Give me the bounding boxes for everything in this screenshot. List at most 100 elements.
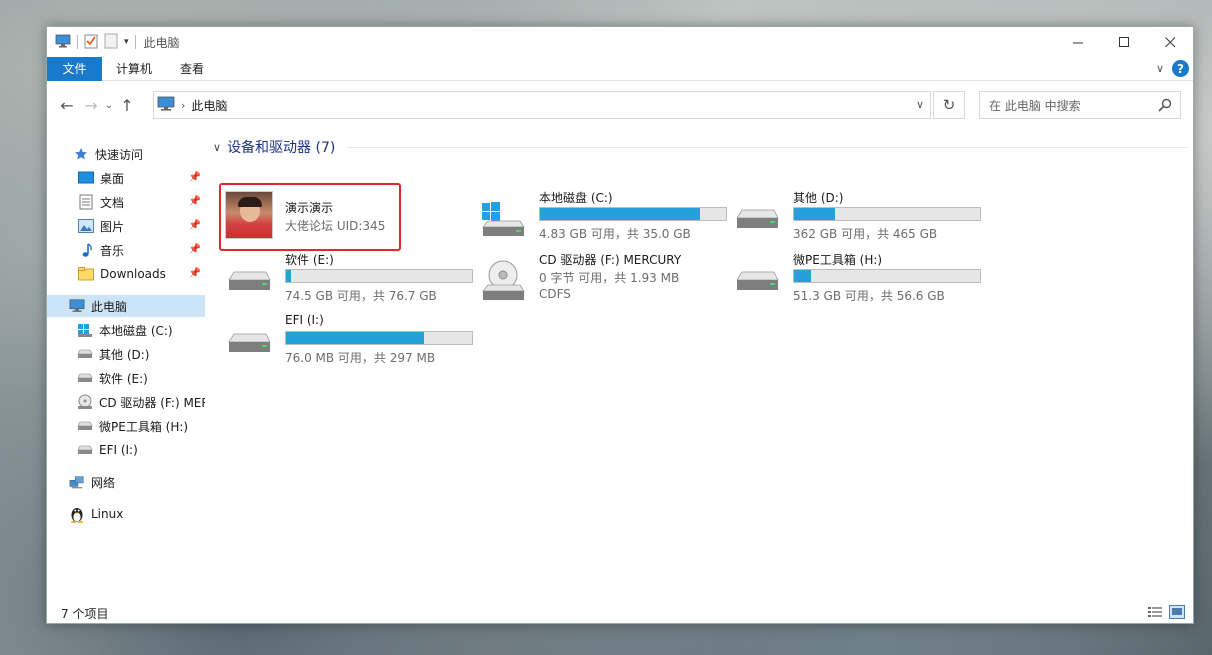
sidebar-item-label: 文档	[100, 195, 125, 210]
properties-icon[interactable]	[84, 33, 98, 52]
user-tile-subtitle: 大佬论坛 UID:345	[285, 219, 386, 233]
sidebar-item-desktop[interactable]: 桌面 📌	[47, 167, 205, 189]
pin-icon[interactable]: 📌	[189, 196, 201, 207]
pictures-icon	[78, 218, 94, 234]
chevron-down-icon: ⌄	[104, 99, 114, 111]
drive-name: EFI (I:)	[285, 313, 324, 327]
pin-icon[interactable]: 📌	[189, 220, 201, 231]
cd-drive-icon	[77, 394, 93, 410]
drive-tile-d[interactable]: 其他 (D:) 362 GB 可用，共 465 GB	[733, 187, 983, 247]
quick-access-toolbar: ▾	[55, 33, 136, 52]
address-bar[interactable]: › 此电脑 ∨	[153, 91, 931, 119]
sidebar-item-label: 快速访问	[95, 147, 144, 162]
help-icon[interactable]: ?	[1172, 60, 1189, 77]
breadcrumb-this-pc[interactable]: 此电脑	[191, 97, 227, 114]
recent-locations-button[interactable]: ⌄	[103, 93, 115, 117]
search-input[interactable]: 在 此电脑 中搜索	[979, 91, 1181, 119]
sidebar-item-label: CD 驱动器 (F:) MERCURY	[99, 395, 205, 410]
sidebar-item-drive-d[interactable]: 其他 (D:)	[47, 343, 205, 365]
sidebar-item-label: 其他 (D:)	[99, 347, 150, 362]
sidebar-item-this-pc[interactable]: 此电脑	[47, 295, 205, 317]
title-bar: ▾ 此电脑	[47, 27, 1193, 57]
address-history-dropdown-icon[interactable]: ∨	[916, 98, 924, 111]
sidebar-item-downloads[interactable]: Downloads 📌	[47, 263, 205, 285]
drive-name: 微PE工具箱 (H:)	[793, 253, 883, 267]
computer-icon	[69, 298, 85, 314]
up-button[interactable]: ↑	[115, 93, 139, 117]
window-controls	[1055, 27, 1193, 57]
computer-icon[interactable]	[55, 34, 71, 51]
sidebar-item-linux[interactable]: Linux	[47, 503, 205, 525]
sidebar-item-music[interactable]: 音乐 📌	[47, 239, 205, 261]
user-tile-name: 演示演示	[285, 201, 334, 215]
sidebar-item-drive-i[interactable]: EFI (I:)	[47, 439, 205, 461]
drive-tile-h[interactable]: 微PE工具箱 (H:) 51.3 GB 可用，共 56.6 GB	[733, 249, 983, 309]
documents-icon	[78, 194, 94, 210]
drive-usage-fill	[286, 270, 292, 282]
sidebar-item-label: Downloads	[100, 267, 166, 281]
tab-computer[interactable]: 计算机	[102, 57, 166, 81]
view-toggle-buttons	[1147, 605, 1185, 622]
downloads-icon	[78, 266, 94, 282]
sidebar-item-label: 此电脑	[91, 299, 128, 314]
avatar-photo	[225, 191, 273, 239]
sidebar-item-network[interactable]: 网络	[47, 471, 205, 493]
drive-tile-e[interactable]: 软件 (E:) 74.5 GB 可用，共 76.7 GB	[225, 249, 475, 309]
new-folder-icon[interactable]	[104, 33, 118, 52]
sidebar-item-drive-h[interactable]: 微PE工具箱 (H:)	[47, 415, 205, 437]
user-tile[interactable]: 演示演示 大佬论坛 UID:345	[225, 185, 475, 245]
drive-icon	[733, 195, 781, 243]
drive-free-space: 362 GB 可用，共 465 GB	[793, 227, 938, 241]
sidebar-item-label: 桌面	[100, 171, 125, 186]
drive-tile-i[interactable]: EFI (I:) 76.0 MB 可用，共 297 MB	[225, 311, 475, 371]
ribbon-tabs: 文件 计算机 查看 ∨ ?	[47, 56, 1193, 81]
linux-penguin-icon	[69, 506, 85, 523]
drive-usage-bar	[793, 269, 981, 283]
refresh-icon: ↻	[942, 96, 956, 114]
large-icons-view-icon[interactable]	[1169, 605, 1185, 622]
sidebar-item-drive-c[interactable]: 本地磁盘 (C:)	[47, 319, 205, 341]
maximize-button[interactable]	[1101, 27, 1147, 57]
tab-view[interactable]: 查看	[166, 57, 218, 81]
pin-icon[interactable]: 📌	[189, 172, 201, 183]
navigation-bar: ← → ⌄ ↑ › 此电脑 ∨ ↻ 在 此电脑 中搜索	[47, 89, 1193, 121]
cd-drive-icon	[479, 257, 527, 305]
sidebar-item-label: 网络	[91, 475, 116, 490]
close-button[interactable]	[1147, 27, 1193, 57]
network-icon	[69, 474, 85, 490]
group-divider	[347, 147, 1187, 148]
drive-usage-bar	[285, 331, 473, 345]
tab-file[interactable]: 文件	[47, 56, 102, 81]
sidebar-item-drive-f[interactable]: CD 驱动器 (F:) MERCURY	[47, 391, 205, 413]
status-bar: 7 个项目	[47, 601, 1193, 625]
sidebar-item-pictures[interactable]: 图片 📌	[47, 215, 205, 237]
drive-icon	[77, 370, 93, 386]
details-view-icon[interactable]	[1147, 605, 1163, 622]
expand-ribbon-icon[interactable]: ∨	[1156, 62, 1164, 75]
minimize-icon	[1072, 42, 1083, 43]
sidebar-item-quick-access[interactable]: 快速访问	[47, 143, 205, 165]
drive-free-space: 4.83 GB 可用，共 35.0 GB	[539, 227, 691, 241]
sidebar-item-drive-e[interactable]: 软件 (E:)	[47, 367, 205, 389]
back-button[interactable]: ←	[55, 93, 79, 117]
customize-toolbar-dropdown-icon[interactable]: ▾	[124, 37, 129, 47]
group-header-devices[interactable]: ∨ 设备和驱动器 (7)	[213, 137, 335, 157]
chevron-down-icon[interactable]: ∨	[213, 141, 221, 154]
refresh-button[interactable]: ↻	[933, 91, 965, 119]
drive-usage-fill	[794, 208, 836, 220]
drive-name: CD 驱动器 (F:) MERCURY	[539, 253, 682, 267]
drive-usage-fill	[794, 270, 812, 282]
arrow-left-icon: ←	[60, 95, 74, 115]
drive-usage-bar	[539, 207, 727, 221]
drive-usage-fill	[540, 208, 701, 220]
search-icon[interactable]	[1158, 98, 1172, 115]
forward-button[interactable]: →	[79, 93, 103, 117]
breadcrumb-chevron-icon[interactable]: ›	[181, 99, 185, 112]
pin-icon[interactable]: 📌	[189, 244, 201, 255]
minimize-button[interactable]	[1055, 27, 1101, 57]
pin-icon[interactable]: 📌	[189, 268, 201, 279]
sidebar-item-documents[interactable]: 文档 📌	[47, 191, 205, 213]
drive-tile-f[interactable]: CD 驱动器 (F:) MERCURY 0 字节 可用，共 1.93 MB CD…	[479, 249, 729, 309]
drive-tile-c[interactable]: 本地磁盘 (C:) 4.83 GB 可用，共 35.0 GB	[479, 187, 729, 247]
drive-free-space: 76.0 MB 可用，共 297 MB	[285, 351, 436, 365]
